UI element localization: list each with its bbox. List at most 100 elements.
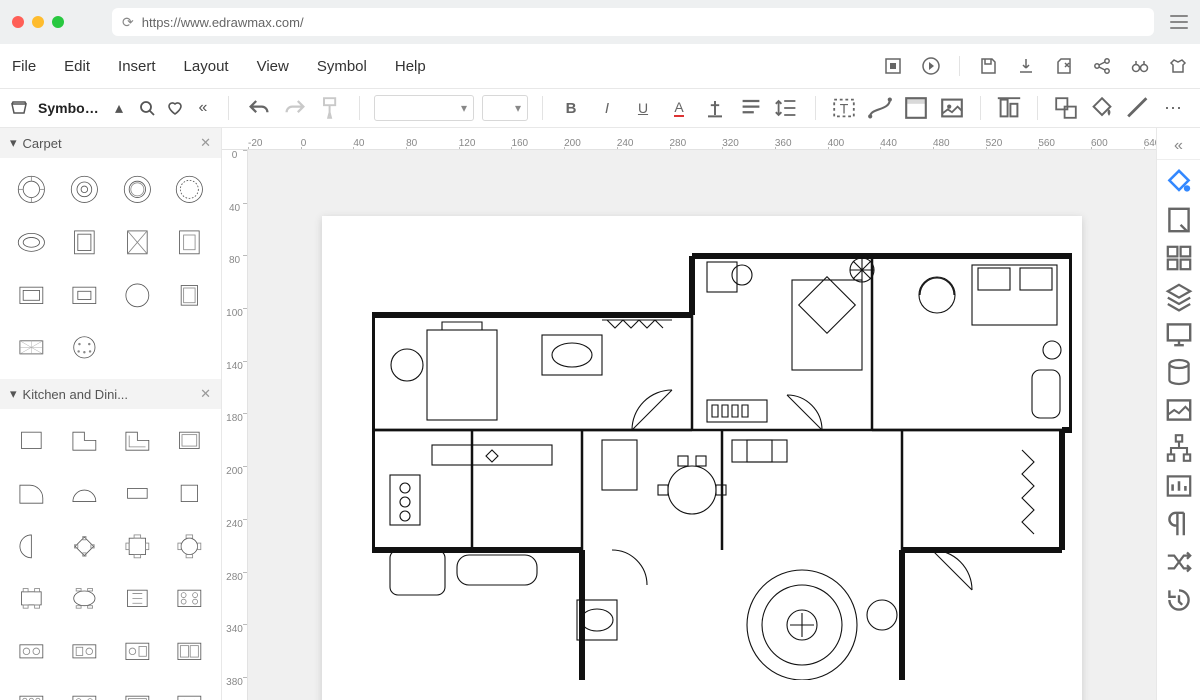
stencil-carpet-8[interactable] — [166, 219, 213, 266]
fill-panel-icon[interactable] — [1163, 166, 1195, 198]
shuffle-icon[interactable] — [1163, 546, 1195, 578]
stencil-carpet-11[interactable] — [114, 272, 161, 319]
picture-icon[interactable] — [1163, 394, 1195, 426]
line-style-icon[interactable] — [1124, 94, 1152, 122]
close-category-icon[interactable]: ✕ — [200, 386, 211, 402]
stencil-kitchen-2[interactable] — [61, 417, 108, 464]
stencil-kitchen-13[interactable] — [8, 575, 55, 622]
floor-plan-drawing[interactable] — [372, 250, 1072, 680]
stencil-kitchen-21[interactable] — [8, 681, 55, 700]
undo-icon[interactable] — [245, 94, 273, 122]
category-carpet-header[interactable]: ▾ Carpet ✕ — [0, 128, 221, 158]
collapse-right-icon[interactable]: « — [1157, 132, 1200, 160]
grid-panel-icon[interactable] — [1163, 242, 1195, 274]
tree-icon[interactable] — [1163, 432, 1195, 464]
stencil-carpet-9[interactable] — [8, 272, 55, 319]
history-icon[interactable] — [1163, 584, 1195, 616]
connector-icon[interactable] — [866, 94, 894, 122]
stencil-carpet-13[interactable] — [8, 324, 55, 371]
font-family-select[interactable]: ▾ — [374, 95, 474, 121]
library-icon[interactable] — [10, 99, 28, 117]
stencil-kitchen-20[interactable] — [166, 628, 213, 675]
image-icon[interactable] — [938, 94, 966, 122]
paragraph-icon[interactable] — [1163, 508, 1195, 540]
alignment-tools-icon[interactable] — [995, 94, 1023, 122]
stencil-carpet-4[interactable] — [166, 166, 213, 213]
stencil-kitchen-6[interactable] — [61, 470, 108, 517]
chevron-left-double-icon[interactable]: « — [194, 99, 212, 117]
stencil-kitchen-18[interactable] — [61, 628, 108, 675]
more-icon[interactable]: ⋯ — [1160, 94, 1188, 122]
refresh-icon[interactable]: ⟳ — [122, 14, 134, 31]
layers-icon[interactable] — [1163, 280, 1195, 312]
menu-symbol[interactable]: Symbol — [317, 58, 367, 75]
bold-icon[interactable]: B — [557, 94, 585, 122]
menu-edit[interactable]: Edit — [64, 58, 90, 75]
line-spacing-icon[interactable] — [773, 94, 801, 122]
close-category-icon[interactable]: ✕ — [200, 135, 211, 151]
stencil-kitchen-14[interactable] — [61, 575, 108, 622]
close-window-button[interactable] — [12, 16, 24, 28]
stencil-kitchen-23[interactable] — [114, 681, 161, 700]
stencil-carpet-1[interactable] — [8, 166, 55, 213]
minimize-window-button[interactable] — [32, 16, 44, 28]
stencil-carpet-3[interactable] — [114, 166, 161, 213]
save-icon[interactable] — [978, 56, 998, 76]
stencil-carpet-6[interactable] — [61, 219, 108, 266]
stencil-kitchen-1[interactable] — [8, 417, 55, 464]
stencil-kitchen-5[interactable] — [8, 470, 55, 517]
drawing-page[interactable] — [322, 216, 1082, 700]
canvas-viewport[interactable] — [248, 150, 1156, 700]
menu-file[interactable]: File — [12, 58, 36, 75]
symbol-button-label[interactable]: Symbol... — [38, 100, 100, 116]
underline-icon[interactable]: U — [629, 94, 657, 122]
capture-icon[interactable] — [883, 56, 903, 76]
browser-menu-icon[interactable] — [1170, 15, 1188, 29]
stencil-kitchen-15[interactable] — [114, 575, 161, 622]
play-icon[interactable] — [921, 56, 941, 76]
font-size-select[interactable]: ▾ — [482, 95, 528, 121]
data-icon[interactable] — [1163, 356, 1195, 388]
stencil-carpet-2[interactable] — [61, 166, 108, 213]
redo-icon[interactable] — [281, 94, 309, 122]
stencil-kitchen-17[interactable] — [8, 628, 55, 675]
stencil-kitchen-8[interactable] — [166, 470, 213, 517]
text-box-icon[interactable]: T — [830, 94, 858, 122]
download-icon[interactable] — [1016, 56, 1036, 76]
stencil-kitchen-24[interactable] — [166, 681, 213, 700]
menu-view[interactable]: View — [257, 58, 289, 75]
search-icon[interactable] — [138, 99, 156, 117]
ungroup-icon[interactable] — [1052, 94, 1080, 122]
stencil-kitchen-11[interactable] — [114, 523, 161, 570]
heart-icon[interactable] — [166, 99, 184, 117]
fill-icon[interactable] — [1088, 94, 1116, 122]
stencil-kitchen-16[interactable] — [166, 575, 213, 622]
stencil-carpet-12[interactable] — [166, 272, 213, 319]
menu-help[interactable]: Help — [395, 58, 426, 75]
page-settings-icon[interactable] — [1163, 204, 1195, 236]
stencil-kitchen-7[interactable] — [114, 470, 161, 517]
category-kitchen-header[interactable]: ▾ Kitchen and Dini... ✕ — [0, 379, 221, 409]
stencil-kitchen-4[interactable] — [166, 417, 213, 464]
font-color-icon[interactable]: A — [665, 94, 693, 122]
maximize-window-button[interactable] — [52, 16, 64, 28]
stencil-carpet-14[interactable] — [61, 324, 108, 371]
chart-icon[interactable] — [1163, 470, 1195, 502]
presentation-icon[interactable] — [1163, 318, 1195, 350]
shirt-icon[interactable] — [1168, 56, 1188, 76]
format-painter-icon[interactable] — [317, 94, 345, 122]
stencil-kitchen-12[interactable] — [166, 523, 213, 570]
binoculars-icon[interactable] — [1130, 56, 1150, 76]
stencil-carpet-5[interactable] — [8, 219, 55, 266]
italic-icon[interactable]: I — [593, 94, 621, 122]
stencil-kitchen-19[interactable] — [114, 628, 161, 675]
stencil-kitchen-10[interactable] — [61, 523, 108, 570]
stencil-carpet-10[interactable] — [61, 272, 108, 319]
stencil-carpet-7[interactable] — [114, 219, 161, 266]
share-icon[interactable] — [1092, 56, 1112, 76]
export-icon[interactable] — [1054, 56, 1074, 76]
menu-layout[interactable]: Layout — [184, 58, 229, 75]
stencil-kitchen-22[interactable] — [61, 681, 108, 700]
align-icon[interactable] — [737, 94, 765, 122]
stencil-kitchen-9[interactable] — [8, 523, 55, 570]
